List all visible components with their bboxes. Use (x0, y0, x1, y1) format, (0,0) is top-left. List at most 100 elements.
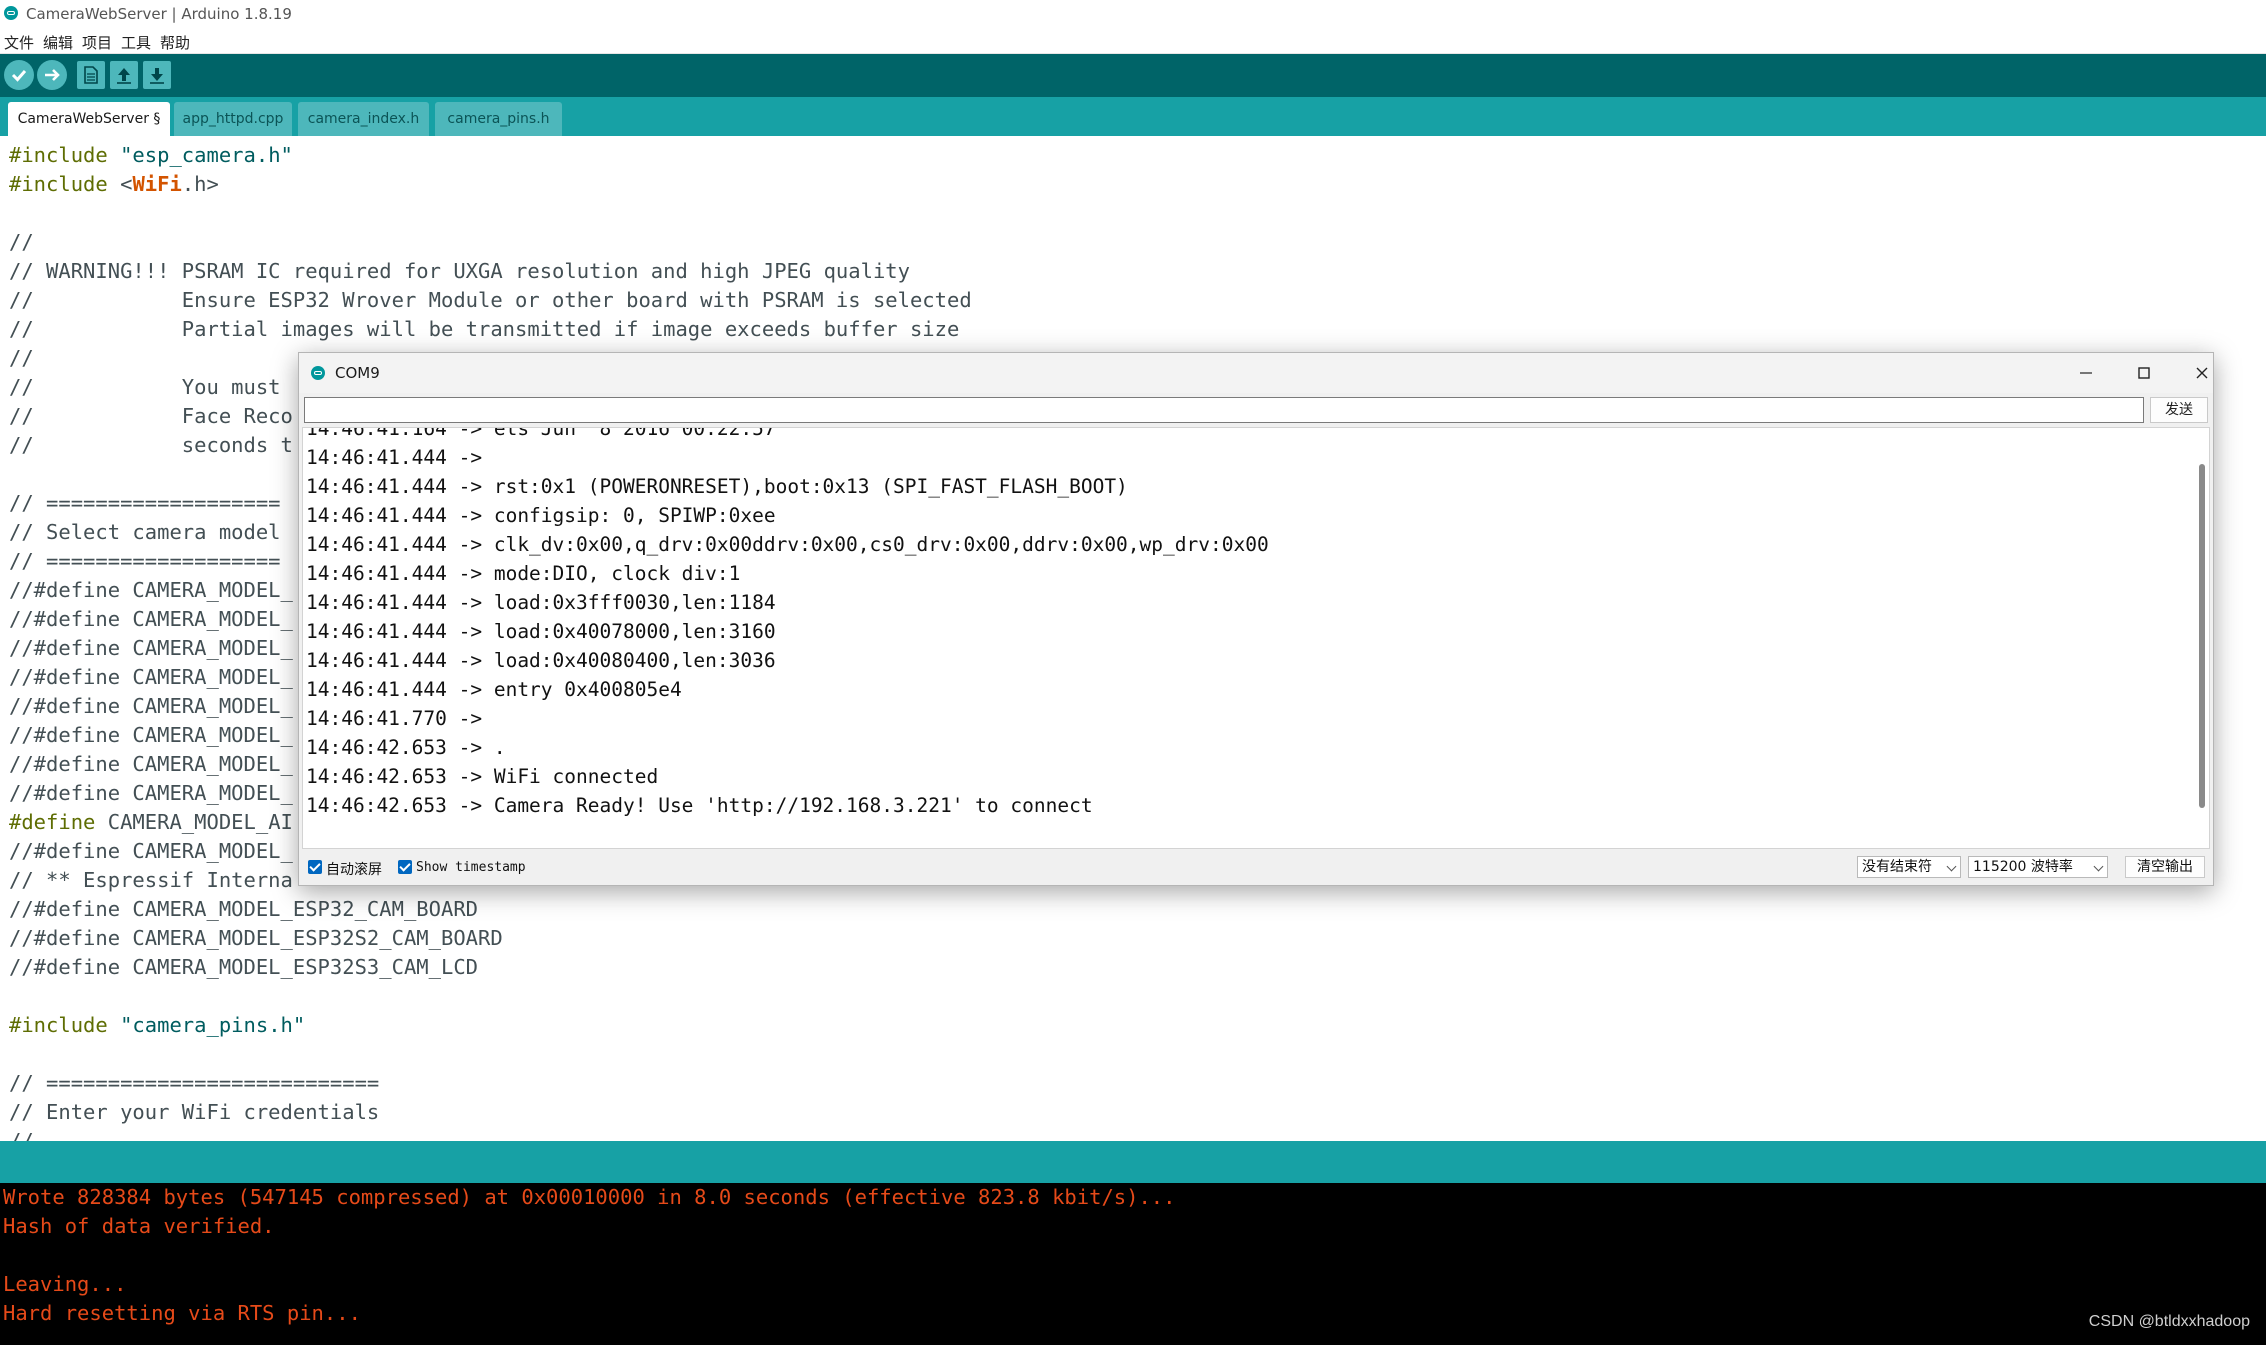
serial-send-input[interactable] (304, 397, 2144, 423)
console-line: Hard resetting via RTS pin... (3, 1301, 361, 1325)
title-bar: CameraWebServer | Arduino 1.8.19 (0, 0, 2266, 27)
code-line: // (9, 228, 972, 257)
open-button[interactable] (110, 61, 138, 89)
code-token: //#define CAMERA_MODEL_ (9, 665, 293, 689)
code-token: //#define CAMERA_MODEL_ (9, 694, 293, 718)
code-token: #include (9, 143, 108, 167)
code-line: #include "esp_camera.h" (9, 141, 972, 170)
code-line: // Partial images will be transmitted if… (9, 315, 972, 344)
menu-sketch[interactable]: 项目 (82, 32, 112, 53)
serial-line: 14:46:41.444 -> clk_dv:0x00,q_drv:0x00dd… (306, 533, 1269, 556)
upload-button[interactable] (37, 60, 67, 90)
close-button[interactable] (2182, 357, 2222, 389)
clear-output-button[interactable]: 清空输出 (2125, 856, 2205, 878)
toolbar (0, 54, 2266, 97)
code-line: // =========================== (9, 1069, 972, 1098)
timestamp-label: Show timestamp (416, 860, 526, 875)
maximize-button[interactable] (2124, 357, 2164, 389)
menu-edit[interactable]: 编辑 (43, 32, 73, 53)
code-token: // WARNING!!! PSRAM IC required for UXGA… (9, 259, 910, 283)
code-token: // Partial images will be transmitted if… (9, 317, 960, 341)
baud-rate-value: 115200 波特率 (1973, 859, 2073, 875)
console-line: Hash of data verified. (3, 1214, 275, 1238)
serial-monitor-window: COM9 发送 14:46:41.164 -> ets Jun 8 2016 0… (298, 352, 2214, 886)
console-line: Leaving... (3, 1272, 127, 1296)
serial-footer: 自动滚屏 Show timestamp 没有结束符 115200 波特率 清空输… (299, 849, 2213, 885)
arduino-logo-icon (4, 6, 18, 20)
watermark: CSDN @btldxxhadoop (2088, 1313, 2250, 1330)
code-token: // (9, 1129, 34, 1141)
send-button[interactable]: 发送 (2150, 397, 2208, 423)
maximize-icon (2138, 367, 2150, 379)
new-button[interactable] (77, 61, 105, 89)
code-token: //#define CAMERA_MODEL_ (9, 839, 293, 863)
code-token: // =================== (9, 491, 281, 515)
code-token: //#define CAMERA_MODEL_ (9, 578, 293, 602)
serial-title-bar: COM9 (299, 353, 2213, 393)
serial-scrollbar[interactable] (2199, 464, 2205, 808)
code-token: // (9, 230, 34, 254)
code-line: // (9, 1127, 972, 1141)
tab-app-httpd[interactable]: app_httpd.cpp (174, 102, 292, 136)
tab-bar: CameraWebServer § app_httpd.cpp camera_i… (0, 97, 2266, 136)
arrow-right-icon (45, 69, 60, 81)
code-token: // Ensure ESP32 Wrover Module or other b… (9, 288, 972, 312)
arduino-logo-icon (311, 366, 325, 380)
tab-camerawebserver[interactable]: CameraWebServer § (8, 102, 170, 136)
serial-line: 14:46:41.164 -> ets Jun 8 2016 00:22:57 (306, 427, 776, 440)
serial-line: 14:46:41.444 -> (306, 446, 483, 469)
code-token: < (107, 172, 133, 196)
minimize-button[interactable] (2066, 357, 2106, 389)
line-ending-select[interactable]: 没有结束符 (1857, 856, 1961, 878)
code-token: CAMERA_MODEL_AI (95, 810, 293, 834)
close-icon (2196, 367, 2208, 379)
code-token: // (9, 346, 34, 370)
verify-button[interactable] (4, 60, 34, 90)
console-line: Wrote 828384 bytes (547145 compressed) a… (3, 1185, 1176, 1209)
code-line: #include <WiFi.h> (9, 170, 972, 199)
code-token: #include (9, 172, 108, 196)
code-token: // Face Reco (9, 404, 293, 428)
serial-line: 14:46:41.770 -> (306, 707, 483, 730)
code-token: "camera_pins.h" (120, 1013, 306, 1037)
chevron-down-icon (2093, 861, 2104, 872)
autoscroll-checkbox[interactable] (308, 860, 322, 874)
code-line: #include "camera_pins.h" (9, 1011, 972, 1040)
code-token: //#define CAMERA_MODEL_ESP32S2_CAM_BOARD (9, 926, 503, 950)
code-token: // Select camera model (9, 520, 281, 544)
code-token: //#define CAMERA_MODEL_ (9, 607, 293, 631)
tab-camera-pins[interactable]: camera_pins.h (435, 102, 562, 136)
code-line: //#define CAMERA_MODEL_ESP32S2_CAM_BOARD (9, 924, 972, 953)
save-button[interactable] (143, 61, 171, 89)
code-line: // Ensure ESP32 Wrover Module or other b… (9, 286, 972, 315)
code-token: // seconds t (9, 433, 293, 457)
serial-output: 14:46:41.164 -> ets Jun 8 2016 00:22:57 1… (302, 427, 2210, 849)
console-status-bar (0, 1141, 2266, 1183)
menu-file[interactable]: 文件 (4, 32, 34, 53)
menu-bar: 文件 编辑 项目 工具 帮助 (0, 27, 2266, 54)
new-file-icon (84, 66, 98, 84)
serial-line: 14:46:42.653 -> . (306, 736, 506, 759)
code-token: #include (9, 1013, 108, 1037)
menu-tools[interactable]: 工具 (121, 32, 151, 53)
code-token: "esp_camera.h" (120, 143, 293, 167)
arrow-down-icon (150, 68, 164, 84)
baud-rate-select[interactable]: 115200 波特率 (1968, 856, 2108, 878)
code-token: // Enter your WiFi credentials (9, 1100, 380, 1124)
checkmark-icon (11, 70, 27, 82)
timestamp-checkbox[interactable] (398, 860, 412, 874)
serial-line: 14:46:42.653 -> WiFi connected (306, 765, 659, 788)
code-token: // You must (9, 375, 281, 399)
code-line: //#define CAMERA_MODEL_ESP32_CAM_BOARD (9, 895, 972, 924)
code-token: WiFi (132, 172, 182, 196)
code-token: //#define CAMERA_MODEL_ESP32_CAM_BOARD (9, 897, 478, 921)
serial-line: 14:46:41.444 -> load:0x40080400,len:3036 (306, 649, 776, 672)
autoscroll-label: 自动滚屏 (326, 862, 382, 878)
code-token: // =================== (9, 549, 281, 573)
menu-help[interactable]: 帮助 (160, 32, 190, 53)
code-token: //#define CAMERA_MODEL_ (9, 636, 293, 660)
tab-camera-index[interactable]: camera_index.h (298, 102, 429, 136)
